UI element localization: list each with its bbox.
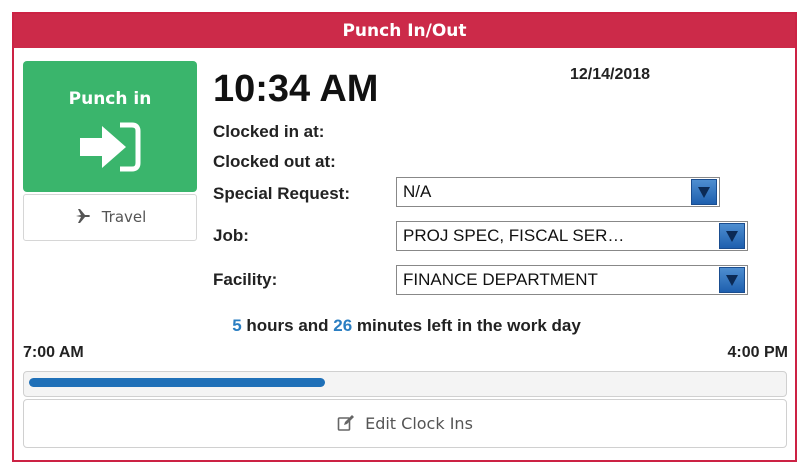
workday-end: 4:00 PM	[727, 344, 788, 361]
special-request-select[interactable]: N/A	[396, 177, 720, 207]
chevron-down-icon	[691, 179, 717, 205]
clocked-in-label: Clocked in at:	[213, 122, 325, 141]
special-request-value: N/A	[403, 182, 432, 201]
edit-clock-ins-button[interactable]: Edit Clock Ins	[23, 399, 787, 448]
minutes-left-value: 26	[333, 316, 353, 335]
facility-select[interactable]: FINANCE DEPARTMENT	[396, 265, 748, 295]
clocked-out-label: Clocked out at:	[213, 152, 336, 171]
current-time: 10:34 AM	[213, 68, 379, 110]
job-select[interactable]: PROJ SPEC, FISCAL SER…	[396, 221, 748, 251]
punch-in-button[interactable]: Punch in	[23, 61, 197, 192]
chevron-down-icon	[719, 267, 745, 293]
special-request-label: Special Request:	[213, 184, 350, 203]
workday-progress-bar	[23, 371, 787, 397]
edit-icon	[337, 414, 355, 431]
facility-label: Facility:	[213, 270, 278, 289]
workday-progress-fill	[29, 378, 325, 387]
workday-start: 7:00 AM	[23, 344, 84, 361]
travel-label: Travel	[101, 208, 147, 226]
facility-value: FINANCE DEPARTMENT	[403, 270, 598, 289]
sign-in-arrow-icon	[80, 122, 141, 172]
hours-text: hours and	[241, 316, 334, 335]
punch-panel: Punch In/Out Punch in Travel 10:34 AM 12…	[12, 12, 797, 462]
plane-icon	[75, 208, 90, 223]
hours-left-value: 5	[232, 316, 242, 335]
chevron-down-icon	[719, 223, 745, 249]
time-remaining-text: 5 hours and 26 minutes left in the work …	[14, 316, 799, 336]
job-label: Job:	[213, 226, 249, 245]
current-date: 12/14/2018	[570, 66, 651, 83]
punch-in-label: Punch in	[68, 89, 152, 109]
travel-button[interactable]: Travel	[23, 194, 197, 241]
job-value: PROJ SPEC, FISCAL SER…	[403, 226, 625, 245]
minutes-text: minutes left in the work day	[352, 316, 581, 335]
panel-title: Punch In/Out	[14, 14, 795, 48]
edit-clock-ins-label: Edit Clock Ins	[365, 414, 473, 433]
